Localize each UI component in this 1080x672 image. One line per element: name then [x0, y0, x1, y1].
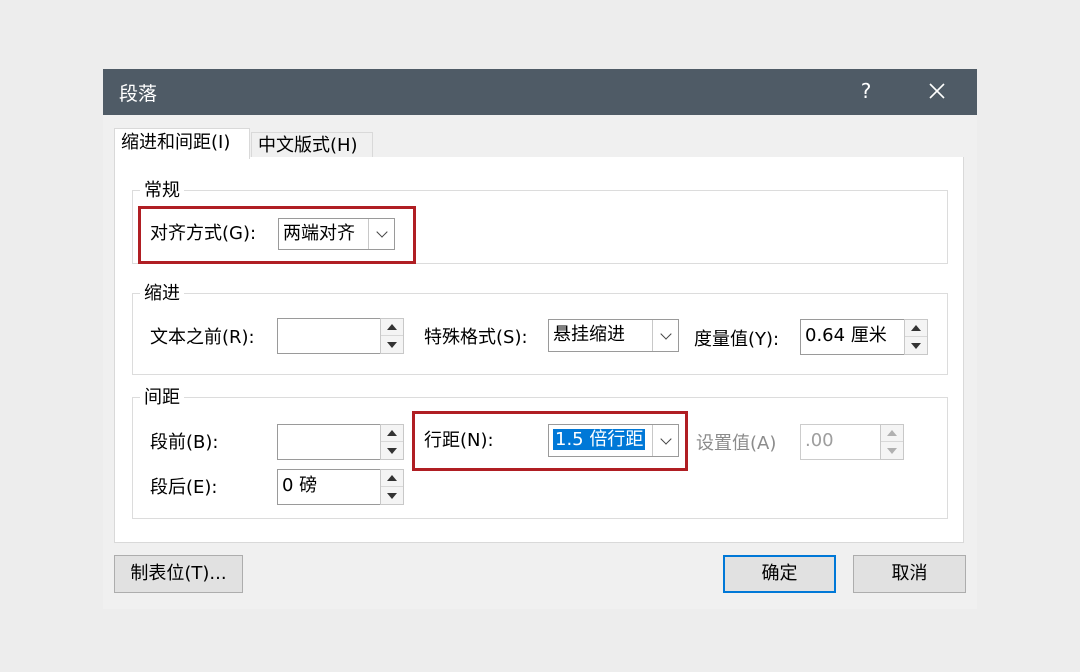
before-text-label: 文本之前(R): — [150, 327, 255, 348]
measure-input[interactable]: 0.64 厘米 — [800, 319, 905, 355]
spin-down-button[interactable] — [881, 442, 903, 459]
tab-indents-and-spacing[interactable]: 缩进和间距(I) — [114, 128, 250, 159]
arrow-up-icon — [387, 324, 397, 330]
special-format-label: 特殊格式(S): — [424, 327, 528, 348]
tab-stops-button[interactable]: 制表位(T)... — [114, 555, 243, 593]
set-value-label: 设置值(A) — [696, 433, 777, 454]
space-before-input[interactable] — [277, 424, 381, 460]
spin-up-button[interactable] — [381, 470, 403, 487]
space-after-spinner[interactable] — [380, 469, 404, 505]
set-value-spinner[interactable] — [880, 424, 904, 460]
arrow-up-icon — [887, 430, 897, 436]
arrow-down-icon — [387, 447, 397, 454]
indent-group-label: 缩进 — [140, 283, 184, 305]
spin-up-button[interactable] — [381, 425, 403, 442]
special-format-dropdown[interactable]: 悬挂缩进 — [548, 319, 679, 352]
special-format-dropdown-button[interactable] — [652, 320, 678, 351]
arrow-down-icon — [887, 447, 897, 454]
space-before-spinner[interactable] — [380, 424, 404, 460]
spin-up-button[interactable] — [381, 319, 403, 336]
spin-down-button[interactable] — [381, 487, 403, 504]
measure-label: 度量值(Y): — [694, 329, 780, 350]
arrow-up-icon — [911, 325, 921, 331]
spin-down-button[interactable] — [381, 336, 403, 353]
help-button[interactable]: ? — [851, 75, 881, 107]
special-format-value: 悬挂缩进 — [553, 324, 625, 345]
spin-up-button[interactable] — [881, 425, 903, 442]
arrow-down-icon — [387, 341, 397, 348]
cancel-button[interactable]: 取消 — [853, 555, 966, 593]
spacing-group-label: 间距 — [140, 387, 184, 409]
spin-up-button[interactable] — [905, 320, 927, 337]
tab-chinese-typography[interactable]: 中文版式(H) — [251, 132, 373, 158]
space-before-label: 段前(B): — [150, 432, 219, 453]
before-text-input[interactable] — [277, 318, 381, 354]
close-button[interactable] — [921, 75, 953, 107]
dialog-title: 段落 — [119, 83, 158, 105]
arrow-down-icon — [387, 492, 397, 499]
spin-down-button[interactable] — [381, 442, 403, 459]
spin-down-button[interactable] — [905, 337, 927, 354]
alignment-highlight — [138, 206, 416, 264]
general-group-label: 常规 — [140, 180, 184, 202]
set-value-input[interactable]: .00 — [800, 424, 881, 460]
before-text-spinner[interactable] — [380, 318, 404, 354]
close-icon — [929, 83, 945, 99]
ok-button[interactable]: 确定 — [723, 555, 836, 593]
line-spacing-highlight — [412, 411, 688, 471]
arrow-up-icon — [387, 475, 397, 481]
title-bar: 段落 ? — [103, 69, 977, 115]
arrow-up-icon — [387, 430, 397, 436]
space-after-label: 段后(E): — [150, 477, 218, 498]
space-after-input[interactable]: 0 磅 — [277, 469, 381, 505]
chevron-down-icon — [659, 327, 672, 340]
arrow-down-icon — [911, 342, 921, 349]
measure-spinner[interactable] — [904, 319, 928, 355]
